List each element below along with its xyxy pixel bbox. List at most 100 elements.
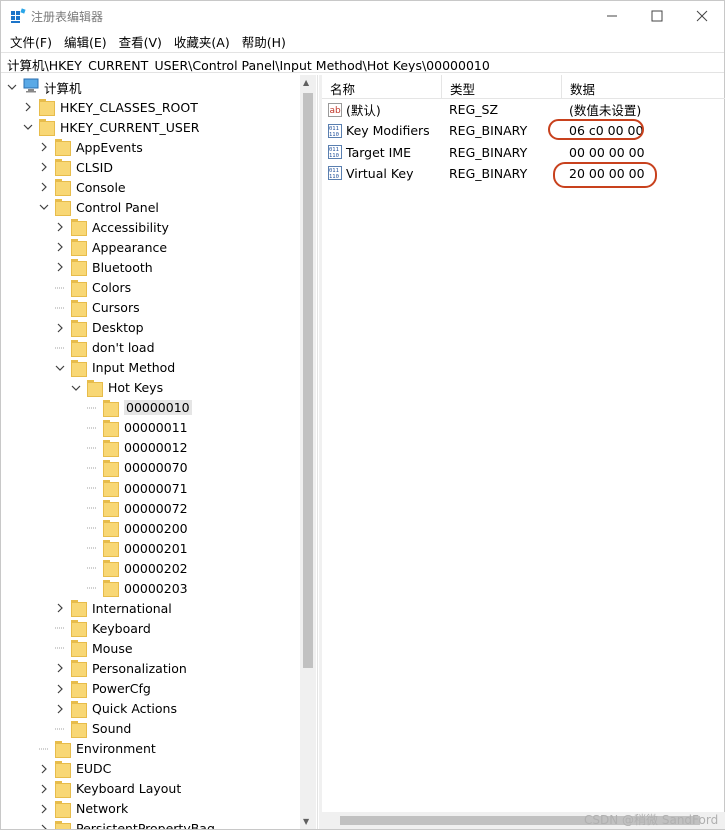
folder-icon (103, 439, 119, 457)
tree-node[interactable]: Keyboard Layout (39, 779, 181, 799)
tree-node[interactable]: 00000201 (87, 538, 188, 558)
chevron-right-icon[interactable] (55, 242, 65, 252)
folder-icon (55, 740, 71, 758)
tree-node[interactable]: Appearance (55, 237, 167, 257)
chevron-right-icon[interactable] (55, 222, 65, 232)
chevron-right-icon[interactable] (39, 142, 49, 152)
tree-node[interactable]: 00000012 (87, 438, 188, 458)
maximize-button[interactable] (634, 1, 680, 31)
tree-node[interactable]: 00000010 (87, 398, 192, 418)
chevron-right-icon[interactable] (39, 764, 49, 774)
menu-file[interactable]: 文件(F) (4, 31, 58, 51)
tree-node[interactable]: Control Panel (39, 197, 159, 217)
value-row[interactable]: 011 110 Target IME REG_BINARY 00 00 00 00 (322, 142, 725, 163)
address-bar[interactable]: 计算机\HKEY_CURRENT_USER\Control Panel\Inpu… (1, 52, 724, 73)
tree-node[interactable]: 00000070 (87, 458, 188, 478)
tree-node-label: 00000071 (124, 480, 188, 496)
tree-node[interactable]: 00000072 (87, 498, 188, 518)
tree-node[interactable]: 00000200 (87, 518, 188, 538)
minimize-button[interactable] (589, 1, 635, 31)
chevron-right-icon[interactable] (39, 784, 49, 794)
tree-node[interactable]: don't load (55, 338, 155, 358)
scroll-down-arrow-icon[interactable]: ▼ (303, 817, 309, 826)
scroll-up-arrow-icon[interactable]: ▲ (303, 78, 309, 87)
tree-node[interactable]: International (55, 598, 172, 618)
tree-connector (55, 343, 65, 353)
folder-icon (71, 259, 87, 277)
tree-node[interactable]: Mouse (55, 638, 133, 658)
close-button[interactable] (679, 1, 725, 31)
tree-scroll-thumb[interactable] (303, 93, 313, 668)
tree-node[interactable]: Console (39, 177, 126, 197)
tree-node[interactable]: 00000202 (87, 558, 188, 578)
tree-node[interactable]: Bluetooth (55, 257, 153, 277)
tree-node[interactable]: Sound (55, 719, 131, 739)
tree-node-label: Environment (76, 741, 156, 757)
chevron-right-icon[interactable] (23, 102, 33, 112)
chevron-right-icon[interactable] (55, 323, 65, 333)
value-type: REG_BINARY (449, 144, 528, 160)
chevron-right-icon[interactable] (39, 824, 49, 829)
annotation-highlight-oval (548, 119, 644, 141)
chevron-right-icon[interactable] (55, 603, 65, 613)
tree-node[interactable]: Keyboard (55, 618, 151, 638)
chevron-down-icon[interactable] (71, 383, 81, 393)
chevron-right-icon[interactable] (55, 663, 65, 673)
tree-vertical-scrollbar[interactable]: ▲ ▼ (300, 75, 316, 829)
folder-icon (71, 640, 87, 658)
chevron-right-icon[interactable] (39, 182, 49, 192)
tree-node[interactable]: HKEY_CURRENT_USER (23, 117, 199, 137)
svg-text:110: 110 (329, 153, 339, 159)
tree-node[interactable]: HKEY_CLASSES_ROOT (23, 97, 198, 117)
menu-help[interactable]: 帮助(H) (236, 31, 292, 51)
tree-node-label: Keyboard (92, 620, 151, 636)
tree-node[interactable]: Input Method (55, 358, 175, 378)
value-row[interactable]: 011 110 Virtual Key REG_BINARY 20 00 00 00 (322, 163, 725, 184)
chevron-down-icon[interactable] (55, 363, 65, 373)
menu-edit[interactable]: 编辑(E) (58, 31, 113, 51)
value-data: 00 00 00 00 (569, 144, 645, 160)
chevron-right-icon[interactable] (55, 262, 65, 272)
menu-favorites[interactable]: 收藏夹(A) (168, 31, 236, 51)
column-header-type[interactable]: 类型 (442, 75, 562, 99)
tree-node[interactable]: PowerCfg (55, 679, 151, 699)
tree-node[interactable]: Personalization (55, 658, 187, 678)
folder-icon (103, 560, 119, 578)
tree-node[interactable]: Environment (39, 739, 156, 759)
list-header: 名称 类型 数据 (322, 75, 725, 99)
tree-connector (55, 643, 65, 653)
folder-icon (103, 580, 119, 598)
tree-node[interactable]: Hot Keys (71, 378, 163, 398)
tree-node[interactable]: PersistentPropertyBag (39, 819, 215, 829)
chevron-right-icon[interactable] (55, 704, 65, 714)
value-row[interactable]: 011 110 Key Modifiers REG_BINARY 06 c0 00 00 (322, 120, 725, 141)
tree-node[interactable]: Quick Actions (55, 699, 177, 719)
value-row[interactable]: ab (默认) REG_SZ (数值未设置) (322, 99, 725, 120)
chevron-down-icon[interactable] (39, 202, 49, 212)
value-name: Virtual Key (346, 165, 414, 181)
column-header-name[interactable]: 名称 (322, 75, 442, 99)
tree-node[interactable]: Desktop (55, 318, 144, 338)
tree-node[interactable]: 00000203 (87, 578, 188, 598)
tree-node-label: 00000202 (124, 560, 188, 576)
tree-node[interactable]: EUDC (39, 759, 111, 779)
tree-node-label: Network (76, 801, 129, 817)
tree-node[interactable]: AppEvents (39, 137, 143, 157)
tree-node[interactable]: 00000071 (87, 478, 188, 498)
chevron-right-icon[interactable] (39, 804, 49, 814)
tree-node-label: 计算机 (44, 80, 82, 96)
menu-view[interactable]: 查看(V) (113, 31, 168, 51)
tree-node[interactable]: Network (39, 799, 128, 819)
tree-node[interactable]: 计算机 (7, 77, 82, 97)
registry-key-tree: ▲ ▼ 计算机 HKEY_CLASSES_ROOT HKEY_CURRENT_USE… (3, 75, 318, 829)
tree-node[interactable]: Accessibility (55, 217, 169, 237)
tree-node[interactable]: 00000011 (87, 418, 188, 438)
tree-node[interactable]: CLSID (39, 157, 113, 177)
column-header-data[interactable]: 数据 (562, 75, 725, 99)
tree-node[interactable]: Cursors (55, 298, 140, 318)
svg-text:ab: ab (330, 106, 342, 116)
chevron-right-icon[interactable] (55, 684, 65, 694)
tree-node[interactable]: Colors (55, 278, 131, 298)
chevron-right-icon[interactable] (39, 162, 49, 172)
chevron-down-icon[interactable] (23, 122, 33, 132)
